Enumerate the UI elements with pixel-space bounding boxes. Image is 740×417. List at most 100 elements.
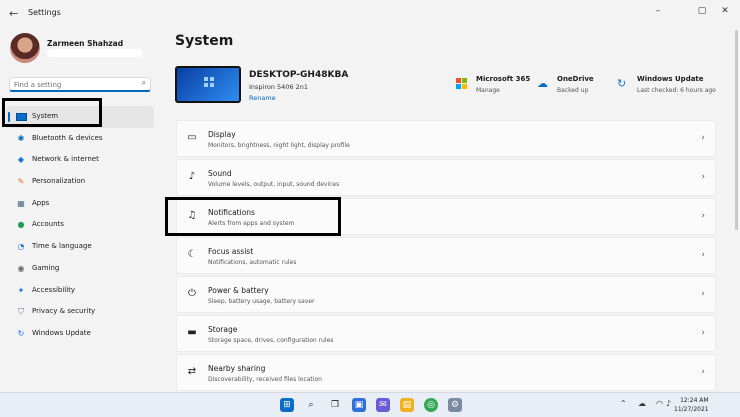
card-notifications[interactable]: ♫ Notifications Alerts from apps and sys…: [176, 198, 716, 235]
search-icon[interactable]: ⌕: [304, 398, 318, 412]
chat-icon[interactable]: ✉: [376, 398, 390, 412]
volume-icon[interactable]: ♪: [666, 399, 671, 408]
sidebar-item-label: Privacy & security: [32, 307, 96, 316]
card-subtitle: Alerts from apps and system: [208, 220, 295, 227]
sidebar-item-label: Gaming: [32, 263, 60, 272]
settings-list: ▭ Display Monitors, brightness, night li…: [176, 120, 716, 393]
taskbar: ⊞ ⌕ ❐ ▣ ✉ ▤ ◎ ⚙ ⌃ ☁ ◠ ♪ 12:24 AM 11/27/2…: [0, 392, 740, 417]
chevron-right-icon: ›: [701, 367, 705, 377]
sidebar-item-label: System: [32, 112, 59, 120]
device-name: DESKTOP-GH48KBA: [249, 70, 349, 80]
update-icon: ↻: [17, 328, 25, 338]
card-power-battery[interactable]: ⏻ Power & battery Sleep, battery usage, …: [176, 276, 716, 313]
sidebar-item-bluetooth[interactable]: ✱ Bluetooth & devices: [6, 128, 154, 150]
wifi-icon[interactable]: ◠: [656, 399, 663, 408]
sidebar-item-network[interactable]: ◆ Network & internet: [6, 149, 154, 171]
update-icon: ↻: [617, 77, 627, 90]
quick-title: Microsoft 365: [476, 75, 531, 83]
sidebar-item-label: Windows Update: [32, 328, 91, 337]
card-subtitle: Monitors, brightness, night light, displ…: [208, 142, 350, 149]
chevron-up-icon[interactable]: ⌃: [620, 399, 627, 408]
sidebar-item-privacy-security[interactable]: ⛉ Privacy & security: [6, 301, 154, 323]
brush-icon: ✎: [17, 177, 25, 187]
sidebar-item-apps[interactable]: ▦ Apps: [6, 193, 154, 215]
user-email-redacted: [47, 49, 143, 57]
card-display[interactable]: ▭ Display Monitors, brightness, night li…: [176, 120, 716, 157]
card-storage[interactable]: ▬ Storage Storage space, drives, configu…: [176, 315, 716, 352]
quick-subtitle: Last checked: 6 hours ago: [637, 87, 716, 94]
card-nearby-sharing[interactable]: ⇄ Nearby sharing Discoverability, receiv…: [176, 354, 716, 391]
quick-subtitle: Manage: [476, 87, 500, 94]
card-subtitle: Sleep, battery usage, battery saver: [208, 298, 315, 305]
chrome-icon[interactable]: ◎: [424, 398, 438, 412]
maximize-button[interactable]: ▢: [690, 3, 714, 19]
chevron-right-icon: ›: [701, 133, 705, 143]
gamepad-icon: ◉: [17, 263, 25, 273]
app-title: Settings: [28, 8, 61, 17]
task-view-icon[interactable]: ❐: [328, 398, 342, 412]
accessibility-icon: ✦: [17, 285, 25, 295]
power-icon: ⏻: [188, 288, 196, 299]
quick-title: OneDrive: [557, 75, 594, 83]
sidebar-item-label: Bluetooth & devices: [32, 133, 103, 142]
sidebar-item-label: Accessibility: [32, 285, 76, 294]
minimize-button[interactable]: –: [646, 3, 670, 19]
bluetooth-icon: ✱: [17, 133, 25, 143]
back-arrow-icon[interactable]: ←: [9, 7, 23, 21]
onedrive-tray-icon[interactable]: ☁: [638, 399, 646, 408]
storage-icon: ▬: [187, 327, 197, 338]
card-subtitle: Notifications, automatic rules: [208, 259, 297, 266]
quick-subtitle: Backed up: [557, 87, 589, 94]
avatar[interactable]: [10, 33, 40, 63]
card-title: Sound: [208, 169, 232, 178]
card-focus-assist[interactable]: ☾ Focus assist Notifications, automatic …: [176, 237, 716, 274]
chevron-right-icon: ›: [701, 211, 705, 221]
chevron-right-icon: ›: [701, 172, 705, 182]
file-explorer-icon[interactable]: ▤: [400, 398, 414, 412]
card-title: Display: [208, 130, 236, 139]
sidebar-item-gaming[interactable]: ◉ Gaming: [6, 258, 154, 280]
sidebar-item-label: Time & language: [32, 242, 92, 251]
sidebar-item-windows-update[interactable]: ↻ Windows Update: [6, 323, 154, 345]
speaker-icon: ♪: [188, 171, 196, 182]
bell-icon: ♫: [187, 210, 197, 221]
device-thumbnail: [175, 66, 241, 103]
quick-title: Windows Update: [637, 75, 704, 83]
settings-icon[interactable]: ⚙: [448, 398, 462, 412]
card-subtitle: Discoverability, received files location: [208, 376, 322, 383]
card-title: Nearby sharing: [208, 364, 266, 373]
scrollbar[interactable]: [735, 30, 738, 230]
close-button[interactable]: ✕: [713, 3, 737, 19]
card-title: Focus assist: [208, 247, 254, 256]
cloud-icon: ☁: [537, 77, 548, 90]
chevron-right-icon: ›: [701, 289, 705, 299]
sidebar-item-label: Accounts: [32, 220, 64, 229]
sidebar-item-accessibility[interactable]: ✦ Accessibility: [6, 280, 154, 302]
title-bar: ← Settings – ▢ ✕: [0, 0, 740, 28]
clock-date: 11/27/2021: [674, 406, 709, 413]
share-icon: ⇄: [187, 366, 197, 377]
shield-icon: ⛉: [18, 307, 24, 317]
card-sound[interactable]: ♪ Sound Volume levels, output, input, so…: [176, 159, 716, 196]
widgets-icon[interactable]: ▣: [352, 398, 366, 412]
network-icon: ◆: [17, 155, 25, 165]
clock-time: 12:24 AM: [680, 397, 709, 404]
chevron-right-icon: ›: [701, 328, 705, 338]
sidebar-item-accounts[interactable]: ● Accounts: [6, 214, 154, 236]
apps-icon: ▦: [17, 198, 25, 208]
moon-icon: ☾: [187, 249, 197, 260]
microsoft-icon: [456, 78, 467, 89]
search-input[interactable]: [14, 79, 132, 90]
display-icon: ▭: [187, 132, 197, 143]
card-title: Power & battery: [208, 286, 269, 295]
rename-link[interactable]: Rename: [249, 94, 276, 102]
chevron-right-icon: ›: [701, 250, 705, 260]
search-box[interactable]: ⌕: [9, 77, 151, 92]
clock[interactable]: 12:24 AM 11/27/2021: [674, 396, 709, 414]
sidebar-item-personalization[interactable]: ✎ Personalization: [6, 171, 154, 193]
start-icon[interactable]: ⊞: [280, 398, 294, 412]
sidebar-item-time-language[interactable]: ◔ Time & language: [6, 236, 154, 258]
sidebar-item-system[interactable]: System: [6, 106, 154, 128]
search-icon[interactable]: ⌕: [142, 78, 146, 88]
sidebar-item-label: Apps: [32, 198, 50, 207]
